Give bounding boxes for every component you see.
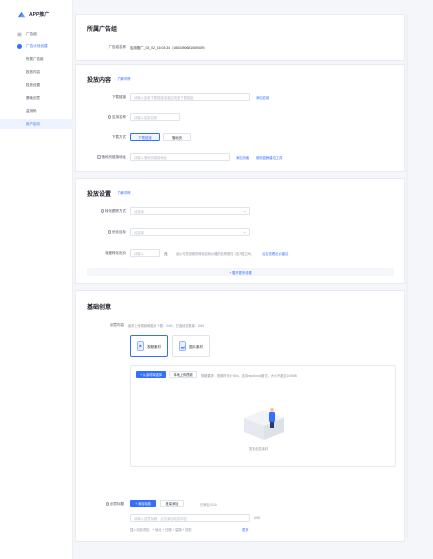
adgroup-name-value: 应用推广_03_02_16:03:34（1663490681069309） (130, 46, 207, 50)
creative-title-label-text: 创意标题 (110, 502, 124, 506)
image-material-tile[interactable]: 图片素材 (172, 335, 210, 357)
help-icon[interactable]: ? (100, 209, 104, 213)
option-label: 落地页 (171, 135, 183, 140)
upload-area: + 从素材库选择 本地上传视频 规格要求：视频时长5~60s，支持mp4/mov… (130, 365, 396, 467)
creative-title-input[interactable]: 请输入创意标题，点击添加动态词包 (130, 514, 250, 522)
adgroup-name-label: 广告组名称 (108, 45, 127, 49)
landing-link-input[interactable]: 请输入落地页链接地址 (130, 153, 230, 161)
opt-target-select[interactable]: 请选择 (130, 228, 250, 236)
sidebar-sub-settings[interactable]: 投放设置 (0, 80, 73, 90)
select-placeholder: 请选择 (134, 209, 144, 214)
creative-content-hint: 最多上传视频和图片个数：0/40，已选创意数量：0/40 (128, 324, 205, 328)
image-icon (179, 341, 186, 351)
download-link-label: 下载链接 (112, 95, 126, 99)
video-material-tile[interactable]: 视频素材 (130, 335, 168, 357)
help-icon[interactable]: ? (97, 155, 101, 159)
add-app-link[interactable]: 添加应用 (256, 95, 269, 100)
app-logo-icon (18, 11, 25, 18)
list-icon (17, 32, 22, 37)
sidebar-item-label: 广告计划创建 (26, 43, 48, 48)
select-from-library-button[interactable]: + 从素材库选择 (136, 371, 166, 378)
tile-label: 图片素材 (189, 344, 203, 349)
chevron-down-icon (243, 231, 246, 234)
sidebar-sub-label: 用户定向 (26, 121, 40, 126)
content-card-title: 投放内容 (87, 78, 112, 84)
sidebar-sub-monitor[interactable]: 监测码 (0, 106, 73, 116)
deep-bid-label: 深度转化出价 (105, 251, 126, 255)
creative-card-title: 基础创意 (87, 305, 112, 311)
download-method-label: 下载方式 (112, 135, 126, 139)
help-icon[interactable]: ? (105, 502, 109, 506)
sidebar-item-label: 广告组 (26, 31, 37, 36)
plan-icon (17, 43, 22, 49)
download-link-input[interactable]: 请输入应用下载链接或者应用宝下载链接 (130, 93, 250, 101)
sidebar-sub-label: 投放设置 (26, 82, 40, 87)
site-builder-link[interactable]: 使用蓝鲸建站工具 (256, 155, 282, 160)
opt-target-label: ? 优化目标 (80, 230, 126, 235)
sidebar-sub-adgroup[interactable]: 所属广告组 (0, 54, 73, 64)
video-icon (137, 341, 144, 351)
sidebar-sub-label: 所属广告组 (26, 56, 44, 61)
content-card: 投放内容 了解详情 下载链接 请输入应用下载链接或者应用宝下载链接 添加应用 ?… (75, 64, 405, 172)
title-char-counter: 0/30 (254, 516, 261, 520)
add-title-button[interactable]: + 添加标题 (130, 500, 156, 507)
creative-card: 基础创意 创意内容 最多上传视频和图片个数：0/40，已选创意数量：0/40 视… (75, 290, 405, 542)
help-icon[interactable]: ? (107, 230, 111, 234)
sidebar: APP推广 广告组 广告计划创建 所属广告组 投放内容 投放设置 基础创意 监测… (0, 0, 73, 559)
sidebar-sub-label: 投放内容 (26, 69, 40, 74)
empty-material-text: 暂无创意素材 (249, 447, 269, 451)
app-name-label: ? 应用名称 (80, 115, 126, 120)
expand-settings-button[interactable]: + 展开更多设置 (87, 268, 394, 276)
download-method-link-option[interactable]: 下载链接 (130, 133, 160, 141)
landing-link-label-text: 落地页链接地址 (101, 155, 127, 159)
deep-bid-unit: 元 (164, 252, 168, 256)
opt-target-label-text: 优化目标 (112, 230, 126, 234)
deep-bid-input[interactable]: 请输入 (130, 249, 160, 257)
bid-method-select[interactable]: 请选择 (130, 207, 250, 215)
batch-add-title-button[interactable]: 批量添加 (160, 500, 184, 507)
help-icon[interactable]: ? (107, 115, 111, 119)
local-upload-button[interactable]: 本地上传视频 (169, 371, 197, 378)
sidebar-sub-creative[interactable]: 基础创意 (0, 93, 73, 103)
bid-method-label-text: 转化跟踪方式 (105, 209, 126, 213)
adgroup-card-title: 所属广告组 (87, 27, 118, 33)
bid-method-label: ? 转化跟踪方式 (80, 209, 126, 214)
download-method-landing-option[interactable]: 落地页 (163, 133, 191, 141)
sidebar-item-plan[interactable]: 广告计划创建 (0, 41, 73, 51)
dynamic-words-text: 插入动态词包：+ 地点 + 日期 + 星期 + 性别 (130, 528, 192, 532)
content-details-link[interactable]: 了解详情 (117, 76, 131, 81)
empty-illustration-icon (244, 408, 284, 440)
settings-card-title: 投放设置 (87, 192, 112, 198)
creative-title-label: ? 创意标题 (78, 502, 124, 507)
sidebar-sub-label: 基础创意 (26, 95, 40, 100)
title-count: 已添加 0/10 (200, 503, 217, 507)
select-placeholder: 请选择 (134, 230, 144, 235)
app-name-label-text: 应用名称 (112, 115, 126, 119)
sidebar-item-adgroup[interactable]: 广告组 (0, 29, 73, 39)
app-logo[interactable]: APP推广 (17, 11, 49, 18)
option-label: 下载链接 (138, 135, 152, 140)
landing-link-label: ? 落地页链接地址 (78, 155, 126, 160)
app-name-input[interactable]: 请输入应用名称 (130, 113, 180, 121)
settings-card: 投放设置 了解详情 ? 转化跟踪方式 请选择 ? 优化目标 请选择 深度转化出价 请… (75, 178, 405, 284)
adgroup-card: 所属广告组 广告组名称 应用推广_03_02_16:03:34（16634906… (75, 14, 405, 61)
chevron-down-icon (243, 210, 246, 213)
sidebar-sub-targeting[interactable]: 用户定向 (0, 119, 73, 129)
sidebar-sub-label: 监测码 (26, 108, 37, 113)
app-title: APP推广 (29, 12, 50, 18)
creative-content-label: 创意内容 (110, 323, 124, 327)
page-scrollbar[interactable] (406, 14, 408, 539)
settings-details-link[interactable]: 了解详情 (117, 190, 131, 195)
add-page-link[interactable]: 添加页面 (236, 155, 249, 160)
sidebar-sub-content[interactable]: 投放内容 (0, 67, 73, 77)
upload-spec-hint: 规格要求：视频时长5~60s，支持mp4/mov格式，大小不超过100MB (201, 374, 297, 378)
bid-suggestion-link[interactable]: 点击查看出价建议 (262, 251, 288, 256)
tile-label: 视频素材 (147, 344, 161, 349)
more-dynamic-words-link[interactable]: 更多 (242, 527, 249, 532)
deep-bid-hint: 出价与您设置的转化目标价格的比例需在 1至2倍之间， (176, 252, 254, 256)
